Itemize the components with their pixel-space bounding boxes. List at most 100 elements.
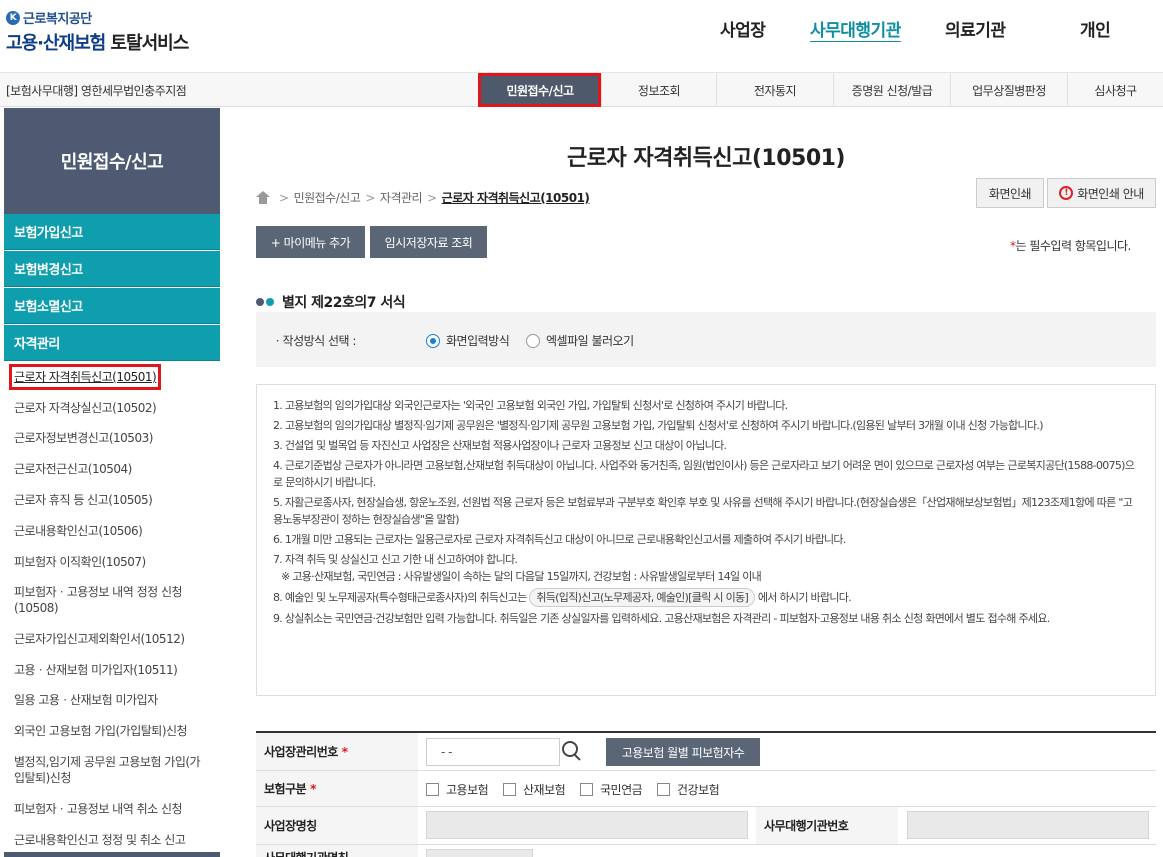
add-mymenu-button[interactable]: + 마이메뉴 추가 bbox=[256, 226, 365, 258]
radio-unselected-icon[interactable] bbox=[526, 333, 540, 348]
site-header: K 근로복지공단 고용·산재보험 토탈서비스 사업장 사무대행기관 의료기관 개… bbox=[0, 0, 1163, 73]
sub-menu-bar: [보험사무대행] 영한세무법인충주지점 민원접수/신고 정보조회 전자통지 증명… bbox=[0, 73, 1163, 107]
notice-item: 5. 자활근로종사자, 현장실습생, 항운노조원, 선원법 적용 근로자 등은 … bbox=[273, 496, 1133, 526]
print-guide-label: 화면인쇄 안내 bbox=[1077, 186, 1144, 201]
form-row-agency-name: 사무대행기관명칭 bbox=[256, 845, 1156, 857]
write-method-box: ㆍ작성방식 선택 : 화면입력방식 엑셀파일 불러오기 bbox=[256, 312, 1156, 367]
sidebar-item-cancel[interactable]: 피보험자ㆍ고용정보 내역 취소 신청 bbox=[14, 801, 210, 817]
notice-box: 1. 고용보험의 임의가입대상 외국인근로자는 '외국인 고용보험 외국인 가입… bbox=[256, 384, 1156, 696]
biz-name-label: 사업장명칭 bbox=[256, 807, 418, 844]
notice-item: 4. 근로기준법상 근로자가 아니라면 고용보험,산재보험 취득대상이 아닙니다… bbox=[273, 459, 1135, 489]
form-row-biz-name: 사업장명칭 사무대행기관번호 bbox=[256, 807, 1156, 845]
org-name: 근로복지공단 bbox=[23, 12, 92, 27]
menu-certificate[interactable]: 증명원 신청/발급 bbox=[833, 73, 950, 107]
site-logo[interactable]: K 근로복지공단 고용·산재보험 토탈서비스 bbox=[6, 8, 189, 55]
menu-review-request[interactable]: 심사청구 bbox=[1067, 73, 1163, 107]
notice-subitem: ※ 고용·산재보험, 국민연금 : 사유발생일이 속하는 달의 다음달 15일까… bbox=[281, 570, 762, 583]
checkbox-health[interactable]: 건강보험 bbox=[657, 781, 720, 798]
agency-name: [보험사무대행] 영한세무법인충주지점 bbox=[6, 84, 187, 98]
form-row-biz-no: 사업장관리번호 * - - 고용보험 월별 피보험자수 bbox=[256, 733, 1156, 771]
notice-item: 6. 1개월 미만 고용되는 근로자는 일용근로자로 근로자 자격취득신고 대상… bbox=[273, 533, 846, 546]
sidebar-item-separation[interactable]: 피보험자 이직확인(10507) bbox=[14, 554, 210, 570]
sidebar-item-leave[interactable]: 근로자 휴직 등 신고(10505) bbox=[14, 492, 210, 508]
bullet-dots-icon bbox=[256, 298, 276, 306]
sidebar-cat-change[interactable]: 보험변경신고 bbox=[4, 251, 220, 287]
service-name-dark: 토탈서비스 bbox=[110, 33, 189, 54]
checkbox-industrial[interactable]: 산재보험 bbox=[503, 781, 566, 798]
sidebar-item-foreigner[interactable]: 외국인 고용보험 가입(가입탈퇴)신청 bbox=[14, 723, 210, 739]
gnb-agency[interactable]: 사무대행기관 bbox=[810, 16, 901, 41]
sidebar-item-acquisition[interactable]: 근로자 자격취득신고(10501) bbox=[8, 364, 162, 390]
radio-label: 화면입력방식 bbox=[446, 334, 510, 348]
notice-item: 9. 상실취소는 국민연금·건강보험만 입력 가능합니다. 취득일은 기존 상실… bbox=[273, 612, 1050, 625]
radio-excel-import[interactable]: 엑셀파일 불러오기 bbox=[526, 332, 634, 349]
org-logo-icon: K bbox=[6, 10, 20, 25]
insurance-type-label: 보험구분 * bbox=[256, 771, 418, 806]
required-note-text: 는 필수입력 항목입니다. bbox=[1015, 239, 1132, 253]
checkbox-pension[interactable]: 국민연금 bbox=[580, 781, 643, 798]
write-method-label: ㆍ작성방식 선택 : bbox=[272, 334, 356, 348]
agency-no-label: 사무대행기관번호 bbox=[756, 807, 898, 844]
breadcrumb: > 민원접수/신고 > 자격관리 > 근로자 자격취득신고(10501) bbox=[256, 189, 590, 206]
notice-item: 2. 고용보험의 임의가입대상 별정직·임기제 공무원은 '별정직·임기제 공무… bbox=[273, 419, 1043, 432]
search-icon[interactable] bbox=[562, 741, 582, 761]
radio-label: 엑셀파일 불러오기 bbox=[546, 334, 634, 348]
biz-no-label: 사업장관리번호 * bbox=[256, 733, 418, 770]
sidebar-item-uninsured[interactable]: 고용ㆍ산재보험 미가입자(10511) bbox=[14, 662, 210, 678]
form-row-insurance-type: 보험구분 * 고용보험 산재보험 국민연금 건강보험 bbox=[256, 771, 1156, 807]
breadcrumb-current: 근로자 자격취득신고(10501) bbox=[441, 191, 590, 205]
acquisition-form: 사업장관리번호 * - - 고용보험 월별 피보험자수 보험구분 * 고용보험 산재… bbox=[256, 731, 1156, 857]
sidebar-item-public-servant[interactable]: 별정직,임기제 공무원 고용보험 가입(가입탈퇴)신청 bbox=[14, 754, 210, 786]
print-guide-button[interactable]: ! 화면인쇄 안내 bbox=[1047, 178, 1156, 208]
sidebar-bottom-bar bbox=[4, 852, 220, 857]
notice-item: 1. 고용보험의 임의가입대상 외국인근로자는 '외국인 고용보험 외국인 가입… bbox=[273, 399, 788, 412]
sidebar-item-correction[interactable]: 피보험자ㆍ고용정보 내역 정정 신청(10508) bbox=[14, 584, 210, 616]
sidebar-item-work-confirm[interactable]: 근로내용확인신고(10506) bbox=[14, 523, 210, 539]
agency-name-label: 사무대행기관명칭 bbox=[256, 845, 418, 857]
breadcrumb-item[interactable]: 민원접수/신고 bbox=[294, 189, 361, 206]
home-icon[interactable] bbox=[256, 191, 270, 204]
biz-no-input[interactable]: - - bbox=[426, 738, 560, 766]
sidebar-cat-join[interactable]: 보험가입신고 bbox=[4, 214, 220, 250]
notice-item: 3. 건설업 및 벌목업 등 자진신고 사업장은 산재보험 적용사업장이나 근로… bbox=[273, 439, 727, 452]
gnb-medical[interactable]: 의료기관 bbox=[945, 16, 1006, 41]
service-name-blue: 고용·산재보험 bbox=[6, 33, 106, 54]
sidebar-item-work-cancel[interactable]: 근로내용확인신고 정정 및 취소 신고 bbox=[14, 832, 210, 848]
sidebar-item-transfer[interactable]: 근로자전근신고(10504) bbox=[14, 461, 210, 477]
page-title: 근로자 자격취득신고(10501) bbox=[567, 146, 845, 171]
menu-e-notice[interactable]: 전자통지 bbox=[716, 73, 833, 107]
alert-icon: ! bbox=[1059, 186, 1074, 200]
sidebar-title: 민원접수/신고 bbox=[4, 108, 220, 214]
artist-acquisition-link[interactable]: 취득(입직)신고(노무제공자, 예술인)[클릭 시 이동] bbox=[529, 588, 756, 607]
print-button[interactable]: 화면인쇄 bbox=[976, 178, 1044, 208]
radio-screen-input[interactable]: 화면입력방식 bbox=[426, 332, 510, 349]
section-title-text: 별지 제22호의7 서식 bbox=[282, 295, 406, 311]
gnb-workplace[interactable]: 사업장 bbox=[720, 16, 766, 41]
notice-item: 7. 자격 취득 및 상실신고 신고 기한 내 신고하여야 합니다. bbox=[273, 553, 518, 566]
sidebar-item-loss[interactable]: 근로자 자격상실신고(10502) bbox=[14, 400, 210, 416]
breadcrumb-item[interactable]: 자격관리 bbox=[380, 189, 423, 206]
required-note: *는 필수입력 항목입니다. bbox=[1010, 237, 1131, 254]
checkbox-employment[interactable]: 고용보험 bbox=[426, 781, 489, 798]
sidebar-cat-qualification[interactable]: 자격관리 bbox=[4, 325, 220, 361]
gnb-personal[interactable]: 개인 bbox=[1080, 16, 1111, 41]
radio-selected-icon[interactable] bbox=[426, 333, 440, 348]
checkbox-icon[interactable] bbox=[503, 783, 516, 796]
agency-no-field bbox=[907, 811, 1149, 839]
sidebar-item-info-change[interactable]: 근로자정보변경신고(10503) bbox=[14, 430, 210, 446]
menu-civil-report[interactable]: 민원접수/신고 bbox=[478, 73, 601, 107]
menu-info-lookup[interactable]: 정보조회 bbox=[601, 73, 716, 107]
sidebar-cat-extinction[interactable]: 보험소멸신고 bbox=[4, 288, 220, 324]
sidebar-item-daily-uninsured[interactable]: 일용 고용ㆍ산재보험 미가입자 bbox=[14, 692, 210, 708]
menu-disease-judgment[interactable]: 업무상질병판정 bbox=[950, 73, 1067, 107]
checkbox-icon[interactable] bbox=[580, 783, 593, 796]
biz-name-field bbox=[426, 811, 748, 839]
section-title: 별지 제22호의7 서식 bbox=[256, 292, 406, 312]
monthly-insured-button[interactable]: 고용보험 월별 피보험자수 bbox=[606, 738, 760, 766]
agency-name-field bbox=[426, 849, 533, 857]
checkbox-icon[interactable] bbox=[426, 783, 439, 796]
sidebar-item-exclusion[interactable]: 근로자가입신고제외확인서(10512) bbox=[14, 631, 210, 647]
notice-item: 8. 예술인 및 노무제공자(특수형태근로종사자)의 취득신고는 취득(입직)신… bbox=[273, 588, 1141, 607]
temp-saved-button[interactable]: 임시저장자료 조회 bbox=[370, 226, 487, 258]
checkbox-icon[interactable] bbox=[657, 783, 670, 796]
